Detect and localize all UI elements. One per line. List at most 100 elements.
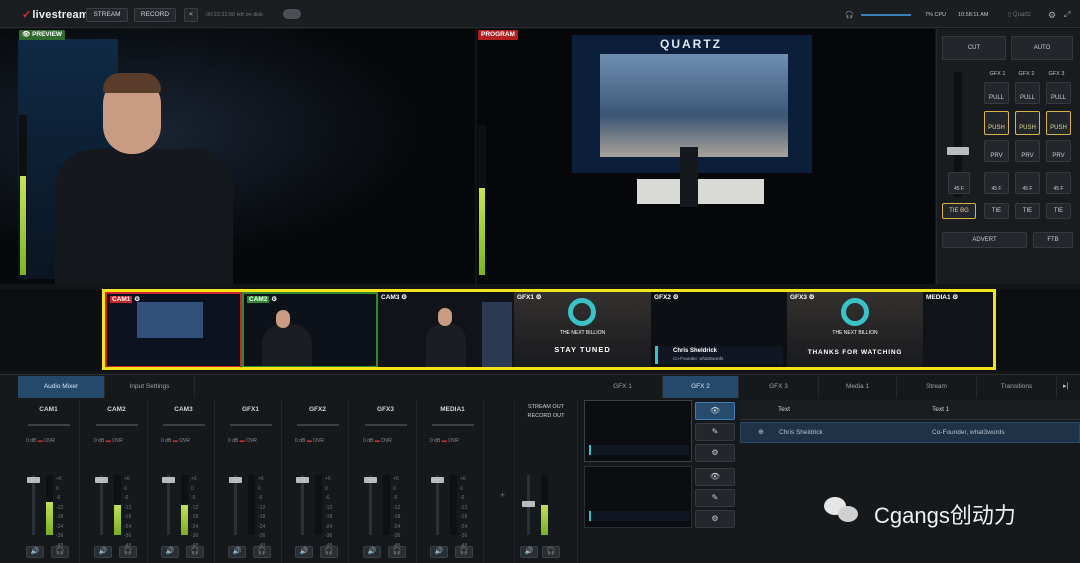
mixer-channel: CAM10 dB ▬ OVR+60-6-12-18-24-36-48-72🔊🎧 — [18, 400, 80, 563]
fullscreen-icon[interactable]: ⤢ — [1064, 10, 1070, 20]
fader-knob[interactable] — [95, 477, 108, 483]
tab-transitions[interactable]: Transitions — [977, 376, 1057, 398]
tab-gfx2[interactable]: GFX 2 — [663, 376, 739, 398]
gear-icon[interactable]: ⚙ — [1048, 10, 1056, 21]
share-icon[interactable]: < — [184, 8, 198, 22]
gfx-preview-thumb-2[interactable] — [584, 466, 692, 528]
gfx2-pull-button[interactable]: PULL — [1015, 82, 1040, 104]
channel-name: CAM1 — [39, 406, 58, 413]
headphones-icon[interactable]: 🎧 — [542, 546, 560, 558]
gfx3-tie-button[interactable]: TIE — [1046, 203, 1071, 219]
tab-scroll-right-icon[interactable]: ▸| — [1063, 382, 1068, 390]
program-vu-meter — [478, 125, 486, 275]
speaker-icon[interactable]: 🔊 — [430, 546, 448, 558]
mixer-channel: GFX10 dB ▬ OVR+60-6-12-18-24-36-48-72🔊🎧 — [220, 400, 282, 563]
pan-slider[interactable] — [432, 424, 474, 426]
edit-icon[interactable]: ✎ — [695, 489, 735, 507]
preview-monitor[interactable] — [0, 29, 475, 284]
cell-name[interactable]: Chris Sheldrick — [779, 429, 823, 436]
multiview-highlight-frame — [102, 289, 996, 370]
gfx2-prv-button[interactable]: PRV — [1015, 140, 1040, 162]
t-bar-handle[interactable] — [947, 147, 969, 155]
gfx2-push-button[interactable]: PUSH — [1015, 111, 1040, 135]
gfx3-prv-button[interactable]: PRV — [1046, 140, 1071, 162]
profile-label: ▯ Quartz — [1008, 12, 1031, 18]
tie-bg-button[interactable]: TIE BG — [942, 203, 976, 219]
output-vu-meter — [541, 475, 548, 535]
fader-knob[interactable] — [431, 477, 444, 483]
visibility-icon[interactable]: 👁 — [695, 468, 735, 486]
pan-slider[interactable] — [297, 424, 339, 426]
auto-button[interactable]: AUTO — [1011, 36, 1073, 60]
gfx1-push-button[interactable]: PUSH — [984, 111, 1009, 135]
headphones-icon[interactable]: 🎧 — [186, 546, 204, 558]
pan-slider[interactable] — [96, 424, 138, 426]
output-fader-knob[interactable] — [522, 501, 535, 507]
speaker-icon[interactable]: 🔊 — [26, 546, 44, 558]
speaker-icon[interactable]: 🔊 — [363, 546, 381, 558]
stage-speaker — [680, 147, 698, 207]
add-source-icon[interactable]: + — [500, 490, 505, 500]
headphones-icon[interactable]: 🎧 — [253, 546, 271, 558]
pan-slider[interactable] — [28, 424, 70, 426]
channel-vu-meter — [46, 475, 53, 535]
tab-stream[interactable]: Stream — [897, 376, 977, 398]
headphones-icon[interactable]: 🎧 — [51, 546, 69, 558]
channel-name: GFX1 — [242, 406, 259, 413]
speaker-icon[interactable]: 🔊 — [94, 546, 112, 558]
gfx3-frames-button[interactable]: 45 F — [1046, 172, 1071, 194]
gfx1-pull-button[interactable]: PULL — [984, 82, 1009, 104]
pan-slider[interactable] — [230, 424, 272, 426]
gfx1-prv-button[interactable]: PRV — [984, 140, 1009, 162]
tab-input-settings[interactable]: Input Settings — [105, 376, 195, 398]
fader-knob[interactable] — [229, 477, 242, 483]
headphones-icon[interactable]: 🎧 — [119, 546, 137, 558]
mixer-channel: MEDIA10 dB ▬ OVR+60-6-12-18-24-36-48-72🔊… — [422, 400, 484, 563]
headphones-icon[interactable]: 🎧 — [388, 546, 406, 558]
ftb-button[interactable]: FTB — [1033, 232, 1073, 248]
channel-name: CAM2 — [107, 406, 126, 413]
speaker-body — [55, 149, 233, 284]
db-label: 0 dB ▬ OVR — [228, 438, 257, 444]
gfx2-frames-button[interactable]: 45 F — [1015, 172, 1040, 194]
speaker-icon[interactable]: 🔊 — [520, 546, 538, 558]
cut-button[interactable]: CUT — [942, 36, 1006, 60]
db-label: 0 dB ▬ OVR — [363, 438, 392, 444]
pan-slider[interactable] — [163, 424, 205, 426]
volume-slider[interactable] — [861, 14, 911, 16]
tab-gfx3[interactable]: GFX 3 — [739, 376, 819, 398]
speaker-icon[interactable]: 🔊 — [295, 546, 313, 558]
speaker-icon[interactable]: 🔊 — [228, 546, 246, 558]
channel-vu-meter — [383, 475, 390, 535]
record-button[interactable]: RECORD — [134, 8, 176, 22]
gfx1-frames-button[interactable]: 45 F — [984, 172, 1009, 194]
cell-role[interactable]: Co-Founder, what3words — [932, 429, 1005, 436]
fader-knob[interactable] — [296, 477, 309, 483]
settings-icon[interactable]: ⚙ — [695, 444, 735, 462]
tab-media1[interactable]: Media 1 — [819, 376, 897, 398]
advert-button[interactable]: ADVERT — [942, 232, 1027, 248]
gfx3-push-button[interactable]: PUSH — [1046, 111, 1071, 135]
gfx3-pull-button[interactable]: PULL — [1046, 82, 1071, 104]
drag-handle-icon[interactable]: ⊕ — [758, 428, 764, 436]
program-monitor[interactable]: QUARTZ — [477, 29, 935, 284]
gfx-preview-thumb-1[interactable] — [584, 400, 692, 462]
visibility-icon[interactable]: 👁 — [695, 402, 735, 420]
bg-frames-button[interactable]: 45 F — [948, 172, 970, 194]
gfx1-tie-button[interactable]: TIE — [984, 203, 1009, 219]
tab-audio-mixer[interactable]: Audio Mixer — [18, 376, 105, 398]
fader-knob[interactable] — [364, 477, 377, 483]
stream-button[interactable]: STREAM — [86, 8, 128, 22]
headphones-icon[interactable]: 🎧 — [455, 546, 473, 558]
pan-slider[interactable] — [365, 424, 407, 426]
db-label: 0 dB ▬ OVR — [295, 438, 324, 444]
fader-knob[interactable] — [27, 477, 40, 483]
settings-icon[interactable]: ⚙ — [695, 510, 735, 528]
headphone-icon[interactable]: 🎧 — [845, 11, 854, 19]
gfx2-tie-button[interactable]: TIE — [1015, 203, 1040, 219]
edit-icon[interactable]: ✎ — [695, 423, 735, 441]
speaker-icon[interactable]: 🔊 — [161, 546, 179, 558]
headphones-icon[interactable]: 🎧 — [320, 546, 338, 558]
fader-knob[interactable] — [162, 477, 175, 483]
tab-gfx1[interactable]: GFX 1 — [583, 376, 663, 398]
